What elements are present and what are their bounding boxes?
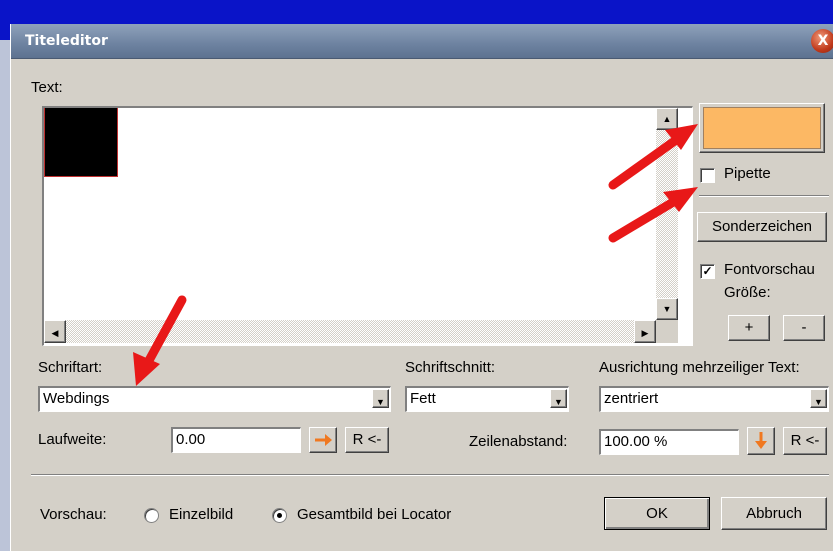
arrow-to-color-swatch xyxy=(608,124,698,190)
annotation-arrows xyxy=(133,124,698,386)
arrow-to-pipette xyxy=(608,187,698,243)
arrow-to-font-family xyxy=(133,295,187,386)
